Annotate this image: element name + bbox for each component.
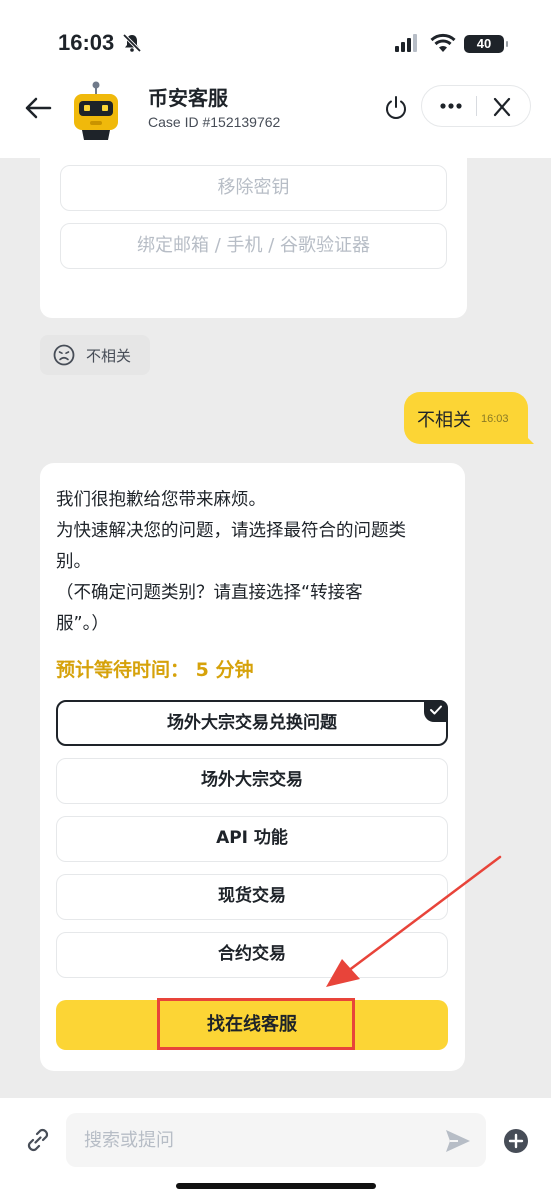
link-icon[interactable] (22, 1124, 54, 1156)
status-time: 16:03 (58, 30, 115, 55)
wait-time-label: 预计等待时间： 5 分钟 (56, 659, 254, 681)
check-icon (430, 705, 442, 715)
agent-name: 币安客服 (148, 86, 228, 110)
battery-indicator: 40 (464, 35, 508, 53)
bell-off-icon (122, 33, 142, 53)
annotation-arrow-icon (326, 855, 502, 987)
bot-message-line: 我们很抱歉给您带来麻烦。 (56, 490, 266, 510)
option-label: API 功能 (216, 828, 288, 848)
more-icon[interactable] (436, 94, 466, 118)
pill-divider (476, 96, 477, 116)
close-icon[interactable] (488, 94, 516, 120)
not-relevant-button[interactable]: 不相关 (40, 335, 150, 375)
chat-header: 币安客服 Case ID #152139762 (0, 70, 551, 158)
send-icon[interactable] (444, 1128, 472, 1154)
user-message-time: 16:03 (481, 413, 509, 425)
sad-face-icon (53, 344, 75, 366)
bot-message-text: 我们很抱歉给您带来麻烦。 为快速解决您的问题，请选择最符合的问题类 别。 （不确… (56, 485, 448, 640)
highlight-box (157, 998, 355, 1050)
option-label: 合约交易 (218, 944, 286, 964)
signal-icon (395, 34, 417, 52)
add-icon[interactable] (503, 1128, 529, 1154)
search-input[interactable] (66, 1113, 486, 1167)
not-relevant-label: 不相关 (86, 347, 132, 365)
option-label: 场外大宗交易 (201, 770, 303, 790)
user-message-text: 不相关 (417, 410, 471, 431)
bot-message-line: 服”。） (56, 614, 109, 634)
status-bar: 16:03 40 (0, 0, 551, 80)
previous-option: 绑定邮箱 / 手机 / 谷歌验证器 (60, 223, 447, 269)
chat-area[interactable]: 移除密钥 绑定邮箱 / 手机 / 谷歌验证器 不相关 不相关 16:03 我们很… (0, 158, 551, 1098)
user-message-bubble: 不相关 16:03 (404, 392, 534, 444)
back-arrow-icon[interactable] (22, 92, 54, 124)
header-action-pill (421, 85, 531, 127)
case-id: Case ID #152139762 (148, 114, 281, 130)
option-otc-exchange-issue[interactable]: 场外大宗交易兑换问题 (56, 700, 448, 746)
bot-message-line: 为快速解决您的问题，请选择最符合的问题类 (56, 521, 406, 541)
composer-bar (0, 1098, 551, 1200)
home-indicator (176, 1183, 376, 1189)
option-otc-trading[interactable]: 场外大宗交易 (56, 758, 448, 804)
robot-avatar-icon (74, 81, 118, 140)
option-label: 场外大宗交易兑换问题 (167, 713, 337, 733)
bot-message-line: 别。 (56, 552, 91, 572)
previous-option: 移除密钥 (60, 165, 447, 211)
power-icon[interactable] (382, 94, 410, 122)
wifi-icon (430, 33, 456, 52)
option-label: 现货交易 (218, 886, 286, 906)
bot-message-line: （不确定问题类别？请直接选择“转接客 (56, 583, 363, 603)
selected-check-badge (424, 700, 448, 722)
previous-options-card: 移除密钥 绑定邮箱 / 手机 / 谷歌验证器 (40, 158, 467, 318)
